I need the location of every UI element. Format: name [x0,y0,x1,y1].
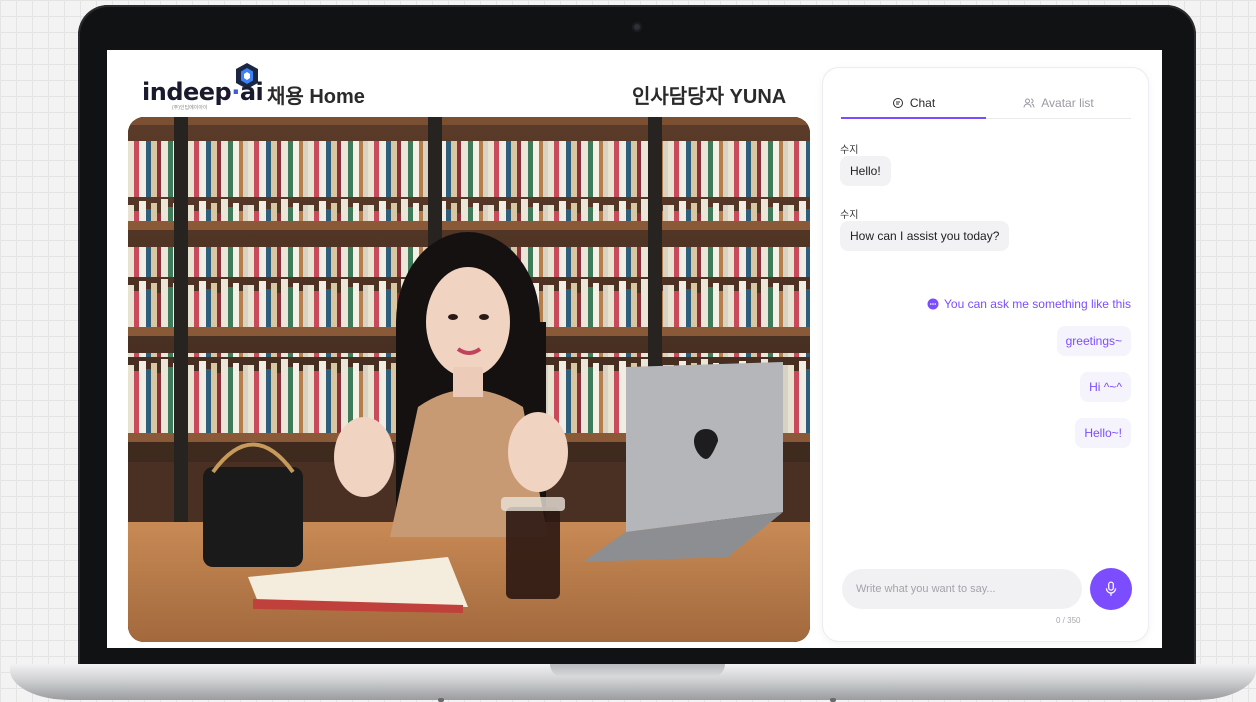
laptop-foot [438,698,444,702]
bot-message: Hello! [840,156,891,186]
chat-input-wrapper [842,569,1082,609]
page-title: 채용 Home [267,86,365,108]
app-screen: indeep·ai (주)인딥에이아이 채용 Home 인사담당자 YUNA C… [107,50,1162,648]
chat-tabs: Chat Avatar list [841,88,1131,119]
message-sender: 수지 [840,145,859,156]
avatar-title: 인사담당자 YUNA [632,86,787,108]
suggestion-chip[interactable]: Hi ^~^ [1080,372,1131,402]
chat-panel: Chat Avatar list 수지 Hello! 수지 How can I … [823,68,1148,641]
microphone-button[interactable] [1090,568,1132,610]
bot-message: How can I assist you today? [840,221,1010,251]
chat-input[interactable] [842,583,1082,595]
laptop-foot [830,698,836,702]
microphone-icon [1105,581,1117,596]
laptop-notch [550,664,725,677]
logo-subtext: (주)인딥에이아이 [172,105,208,111]
video-frame [128,117,810,642]
suggestion-header: You can ask me something like this [927,297,1131,311]
suggestion-header-text: You can ask me something like this [944,297,1131,311]
webcam-icon [632,22,642,32]
tab-chat-label: Chat [909,95,936,110]
tab-chat[interactable]: Chat [841,88,986,119]
logo-wordmark: indeep·ai [142,78,264,106]
char-count: 0 / 350 [1056,616,1081,625]
users-icon [1023,98,1035,108]
suggestion-chip[interactable]: Hello~! [1075,418,1131,448]
suggestion-chip[interactable]: greetings~ [1056,326,1131,356]
avatar-video[interactable] [128,117,810,642]
tab-avatar-list-label: Avatar list [1041,96,1094,110]
chat-bubble-icon [892,97,903,108]
tab-avatar-list[interactable]: Avatar list [986,88,1131,118]
chat-dots-icon [927,298,939,310]
message-sender: 수지 [840,210,859,221]
